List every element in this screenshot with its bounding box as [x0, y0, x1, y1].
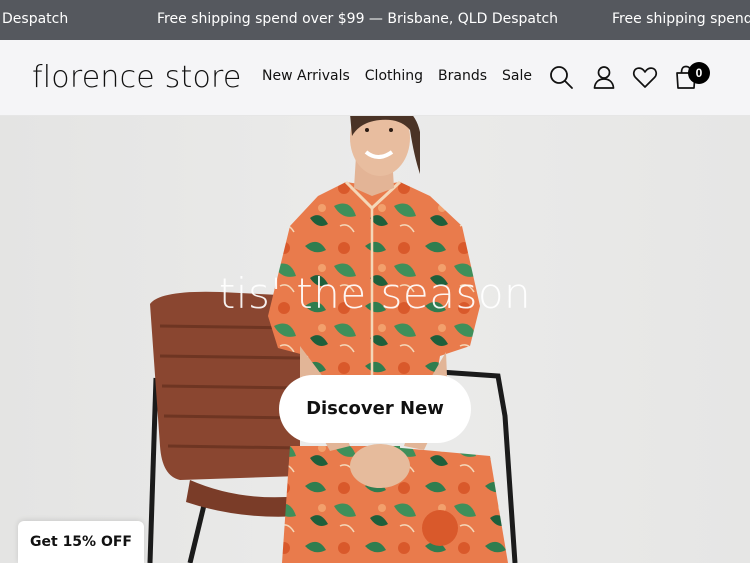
announcement-text: Free shipping spend over $99 — Brisbane,… [157, 11, 559, 27]
hero-banner: tis' the season Discover New [0, 116, 750, 563]
hero-heading: tis' the season [218, 269, 532, 318]
site-header: florence store New Arrivals Clothing Bra… [0, 40, 750, 116]
wishlist-heart-icon[interactable] [632, 64, 658, 90]
main-nav: New Arrivals Clothing Brands Sale [262, 68, 532, 84]
search-icon[interactable] [548, 64, 574, 90]
hero-image [0, 116, 750, 563]
nav-new-arrivals[interactable]: New Arrivals [262, 68, 350, 84]
nav-brands[interactable]: Brands [438, 68, 487, 84]
account-icon[interactable] [591, 64, 617, 90]
announcement-text-left: Despatch [2, 11, 69, 27]
announcement-bar: Despatch Free shipping spend over $99 — … [0, 0, 750, 40]
store-logo[interactable]: florence store [32, 60, 242, 95]
announcement-text-right: Free shipping spend o [612, 11, 750, 27]
nav-clothing[interactable]: Clothing [365, 68, 423, 84]
discover-new-button[interactable]: Discover New [279, 375, 471, 443]
nav-sale[interactable]: Sale [502, 68, 532, 84]
cart-count-badge[interactable]: 0 [688, 62, 710, 84]
discount-popup-tab[interactable]: Get 15% OFF [18, 521, 144, 563]
